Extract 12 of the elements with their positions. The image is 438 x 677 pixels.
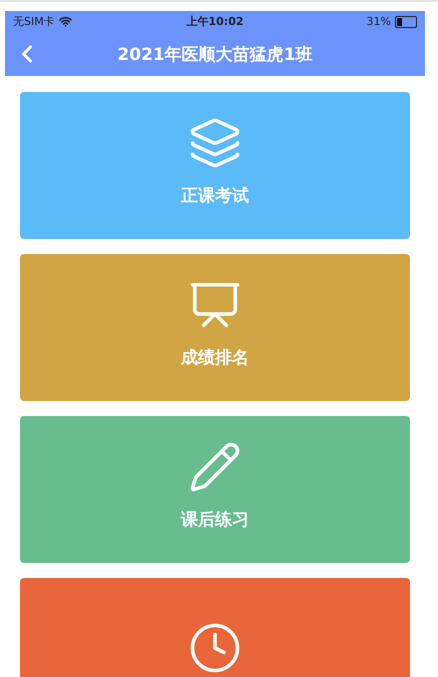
window-title: 2021年医顺大苗猛虎1班	[117, 44, 313, 66]
battery-percent: 31%	[366, 15, 391, 28]
clock-icon	[188, 620, 242, 674]
time-label: 上午10:02	[186, 14, 244, 29]
pencil-icon	[188, 440, 242, 494]
battery-icon	[395, 16, 417, 28]
carrier-label: 无SIM卡	[13, 14, 55, 29]
wifi-icon	[58, 15, 72, 28]
menu-card[interactable]: 成绩排名	[20, 254, 410, 401]
layers-icon	[188, 116, 242, 170]
menu-card[interactable]: 正课考试	[20, 92, 410, 239]
menu-card[interactable]: 课后练习	[20, 416, 410, 563]
